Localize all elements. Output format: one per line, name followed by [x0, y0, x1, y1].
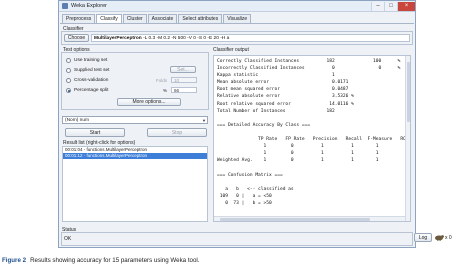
classifier-options: -L 0.3 -M 0.2 -N 500 -V 0 -S 0 -E 20 -H … — [143, 36, 230, 41]
classifier-output-text: Correctly Classified Instances 182 100 %… — [217, 59, 410, 206]
radio-percentage-split[interactable]: Percentage split — [66, 86, 108, 94]
tab-preprocess[interactable]: Preprocess — [62, 14, 96, 23]
tab-visualize[interactable]: Visualize — [223, 14, 252, 23]
tab-bar: Preprocess Classify Cluster Associate Se… — [62, 14, 252, 23]
scroll-thumb[interactable] — [220, 218, 370, 221]
tab-select-attributes[interactable]: Select attributes — [178, 14, 223, 23]
radio-cross-validation[interactable]: Cross-validation — [66, 76, 108, 84]
percent-field[interactable]: 66 — [171, 87, 197, 93]
tab-classify[interactable]: Classify — [96, 14, 122, 23]
start-button[interactable]: Start — [65, 128, 125, 137]
percent-label: % — [163, 88, 168, 93]
window-title: Weka Explorer — [71, 3, 107, 9]
scroll-thumb[interactable] — [407, 62, 410, 122]
figure-caption: Figure 2 Results showing accuracy for 15 … — [2, 257, 200, 264]
figure-number: Figure 2 — [2, 257, 27, 264]
classifier-name: MultilayerPerceptron — [94, 36, 142, 41]
horizontal-scrollbar[interactable] — [214, 216, 405, 221]
radio-use-training-set[interactable]: Use training set — [66, 56, 107, 64]
weka-app-icon — [62, 3, 68, 9]
minimize-button[interactable]: – — [371, 1, 384, 11]
vertical-scrollbar[interactable] — [405, 56, 410, 221]
result-list-item-selected[interactable]: 00:01:12 - functions.MultilayerPerceptro… — [63, 153, 207, 159]
maximize-button[interactable]: □ — [384, 1, 397, 11]
tab-cluster[interactable]: Cluster — [122, 14, 147, 23]
radio-button-selected[interactable] — [66, 87, 71, 93]
close-button[interactable]: × — [397, 1, 415, 11]
classifier-output-label: Classifier output — [213, 47, 249, 53]
choose-button[interactable]: Choose — [64, 34, 89, 42]
classifier-field[interactable]: MultilayerPerceptron -L 0.3 -M 0.2 -N 50… — [91, 34, 410, 42]
radio-button[interactable] — [66, 57, 71, 63]
window-controls: – □ × — [371, 1, 415, 11]
title-bar: Weka Explorer – □ × — [59, 1, 415, 12]
folds-field[interactable]: 10 — [171, 77, 197, 83]
classifier-output-pane[interactable]: Correctly Classified Instances 182 100 %… — [213, 55, 411, 222]
class-attribute-select[interactable]: (Nom) num ▼ — [62, 116, 208, 124]
tab-divider — [60, 23, 414, 24]
status-text: OK — [64, 236, 72, 242]
figure-caption-text: Results showing accuracy for 15 paramete… — [30, 257, 200, 264]
radio-button[interactable] — [66, 77, 71, 83]
weka-explorer-window: Weka Explorer – □ × Preprocess Classify … — [58, 0, 432, 248]
folds-label: Folds — [156, 78, 168, 83]
status-box — [61, 232, 413, 246]
more-options-button[interactable]: More options... — [117, 98, 181, 106]
stop-button[interactable]: Stop — [147, 128, 207, 137]
weka-bird-icon — [435, 235, 444, 241]
task-count: x 0 — [445, 235, 452, 241]
set-button[interactable]: Set... — [170, 66, 196, 73]
log-button[interactable]: Log — [414, 233, 432, 242]
chevron-down-icon: ▼ — [202, 118, 206, 123]
radio-supplied-test-set[interactable]: Supplied test set — [66, 66, 109, 74]
tab-associate[interactable]: Associate — [147, 14, 178, 23]
radio-button[interactable] — [66, 67, 71, 73]
result-list: 00:01:04 - functions.MultilayerPerceptro… — [62, 146, 208, 222]
